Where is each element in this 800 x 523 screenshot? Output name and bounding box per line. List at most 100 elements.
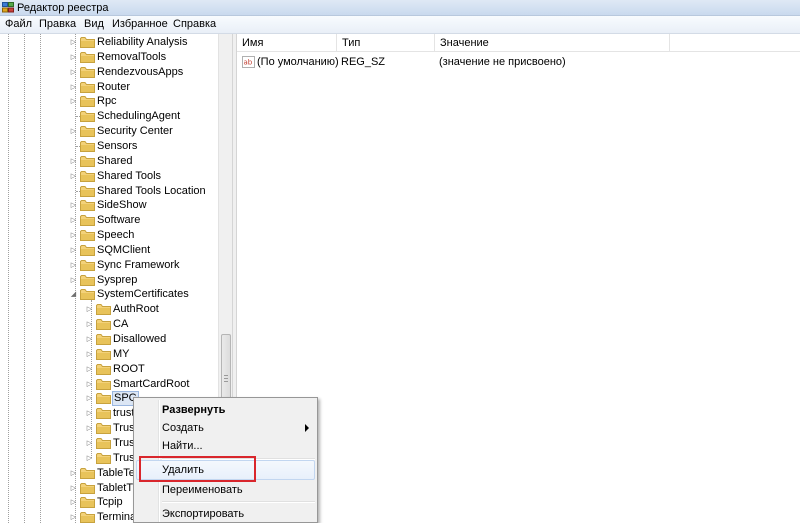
menu-help[interactable]: Справка xyxy=(171,18,218,31)
expand-arrow-icon[interactable]: ▷ xyxy=(69,243,78,258)
tree-item[interactable]: ▷ MY xyxy=(0,347,218,362)
tree-item[interactable]: ▷ Speech xyxy=(0,228,218,243)
tree-item[interactable]: ▷ Software xyxy=(0,213,218,228)
tree-item-label: Shared xyxy=(97,154,133,167)
tree-item-label: Shared Tools Location xyxy=(97,184,206,197)
menu-bar: Файл Правка Вид Избранное Справка xyxy=(0,16,800,34)
tree-item-label: RendezvousApps xyxy=(97,65,184,78)
folder-icon xyxy=(96,348,111,360)
tree-item[interactable]: ▷ Security Center xyxy=(0,124,218,139)
tree-item[interactable]: ▷ Disallowed xyxy=(0,332,218,347)
folder-icon xyxy=(96,363,111,375)
menu-edit[interactable]: Правка xyxy=(37,18,78,31)
column-header-type[interactable]: Тип xyxy=(337,34,435,52)
tree-item[interactable]: ▷ AuthRoot xyxy=(0,302,218,317)
tree-item-label: SmartCardRoot xyxy=(113,377,190,390)
menu-item-find[interactable]: Найти... xyxy=(136,436,315,456)
folder-icon xyxy=(80,66,95,78)
folder-icon xyxy=(96,318,111,331)
folder-icon xyxy=(96,422,111,435)
tree-item[interactable]: ▷ SmartCardRoot xyxy=(0,377,218,392)
value-data: (значение не присвоено) xyxy=(439,56,566,68)
expand-arrow-icon[interactable]: ▷ xyxy=(69,198,78,213)
scrollbar-grip xyxy=(224,378,228,379)
tree-item[interactable]: ▷ Shared xyxy=(0,154,218,169)
menu-item-export[interactable]: Экспортировать xyxy=(136,504,315,523)
folder-icon xyxy=(80,125,95,138)
expand-arrow-icon[interactable]: ▷ xyxy=(85,317,94,332)
expand-arrow-icon[interactable]: ▷ xyxy=(85,406,94,421)
expand-arrow-icon[interactable]: ▷ xyxy=(69,466,78,481)
list-item[interactable]: ab (По умолчанию) REG_SZ (значение не пр… xyxy=(237,54,800,70)
expand-arrow-icon[interactable]: ▷ xyxy=(85,377,94,392)
column-header-name[interactable]: Имя xyxy=(237,34,337,52)
tree-item-label: TabletTi xyxy=(97,481,136,494)
expand-arrow-icon[interactable]: ▷ xyxy=(69,65,78,80)
expand-arrow-icon[interactable]: ▷ xyxy=(85,302,94,317)
expand-arrow-icon[interactable]: ▷ xyxy=(69,94,78,109)
column-header-value[interactable]: Значение xyxy=(435,34,670,52)
tree-item[interactable]: ▷ SQMClient xyxy=(0,243,218,258)
folder-icon xyxy=(80,229,95,242)
menu-file[interactable]: Файл xyxy=(3,18,34,31)
expand-arrow-icon[interactable]: ▷ xyxy=(69,510,78,523)
expand-arrow-icon[interactable]: ▷ xyxy=(69,35,78,50)
tree-item-label: AuthRoot xyxy=(113,303,159,316)
tree-item[interactable]: ▷ Sync Framework xyxy=(0,258,218,273)
menu-view[interactable]: Вид xyxy=(82,18,106,31)
tree-item-label: Rpc xyxy=(97,95,117,108)
expand-arrow-icon[interactable]: ▷ xyxy=(69,124,78,139)
folder-icon xyxy=(80,155,95,167)
collapse-arrow-icon[interactable]: ◢ xyxy=(69,287,78,302)
list-header: Имя Тип Значение xyxy=(237,34,800,52)
tree-item[interactable]: ▷ Rpc xyxy=(0,94,218,109)
expand-arrow-icon[interactable]: ▷ xyxy=(69,495,78,510)
expand-arrow-icon[interactable]: ▷ xyxy=(85,362,94,377)
expand-arrow-icon[interactable]: ▷ xyxy=(69,169,78,184)
tree-item[interactable]: ▷ SideShow xyxy=(0,198,218,213)
tree-item-label: Sensors xyxy=(97,139,138,152)
menu-item-expand[interactable]: Развернуть xyxy=(136,400,315,420)
folder-icon xyxy=(80,496,95,509)
tree-item[interactable]: Sensors xyxy=(0,139,218,154)
tree-item[interactable]: ▷ Shared Tools xyxy=(0,169,218,184)
menu-item-rename[interactable]: Переименовать xyxy=(136,480,315,500)
values-list[interactable]: Имя Тип Значение ab (По умолчанию) REG_S… xyxy=(237,34,800,523)
folder-icon xyxy=(80,244,95,256)
expand-arrow-icon[interactable]: ▷ xyxy=(69,273,78,288)
window-titlebar[interactable]: Редактор реестра xyxy=(0,0,800,16)
tree-item[interactable]: SchedulingAgent xyxy=(0,109,218,124)
menu-favorites[interactable]: Избранное xyxy=(110,18,170,31)
registry-editor-icon xyxy=(2,2,14,13)
tree-item-label: Tcpip xyxy=(97,496,123,509)
expand-arrow-icon[interactable]: ▷ xyxy=(85,451,94,466)
tree-item-label: SystemCertificates xyxy=(97,288,189,301)
expand-arrow-icon[interactable]: ▷ xyxy=(85,421,94,436)
folder-icon xyxy=(80,511,95,523)
tree-item[interactable]: ▷ Sysprep xyxy=(0,273,218,288)
tree-item[interactable]: Shared Tools Location xyxy=(0,184,218,199)
expand-arrow-icon[interactable]: ▷ xyxy=(69,154,78,169)
tree-item[interactable]: ▷ Router xyxy=(0,80,218,95)
tree-item[interactable]: ▷ RendezvousApps xyxy=(0,65,218,80)
tree-item[interactable]: ▷ CA xyxy=(0,317,218,332)
expand-arrow-icon[interactable]: ▷ xyxy=(85,391,94,406)
expand-arrow-icon[interactable]: ▷ xyxy=(85,436,94,451)
expand-arrow-icon[interactable]: ▷ xyxy=(69,80,78,95)
expand-arrow-icon[interactable]: ▷ xyxy=(85,347,94,362)
tree-item[interactable]: ◢ SystemCertificates xyxy=(0,287,218,302)
expand-arrow-icon[interactable]: ▷ xyxy=(85,332,94,347)
tree-item[interactable]: ▷ ROOT xyxy=(0,362,218,377)
expand-arrow-icon[interactable]: ▷ xyxy=(69,258,78,273)
tree-item-label: SQMClient xyxy=(97,243,151,256)
expand-arrow-icon[interactable]: ▷ xyxy=(69,481,78,496)
menu-item-new[interactable]: Создать xyxy=(136,418,315,438)
expand-arrow-icon[interactable]: ▷ xyxy=(69,50,78,65)
scrollbar-grip xyxy=(224,381,228,382)
expand-arrow-icon[interactable]: ▷ xyxy=(69,228,78,243)
tree-item[interactable]: ▷ RemovalTools xyxy=(0,50,218,65)
tree-item[interactable]: ▷ Reliability Analysis xyxy=(0,35,218,50)
folder-icon xyxy=(80,482,95,494)
expand-arrow-icon[interactable]: ▷ xyxy=(69,213,78,228)
folder-icon xyxy=(80,259,95,271)
